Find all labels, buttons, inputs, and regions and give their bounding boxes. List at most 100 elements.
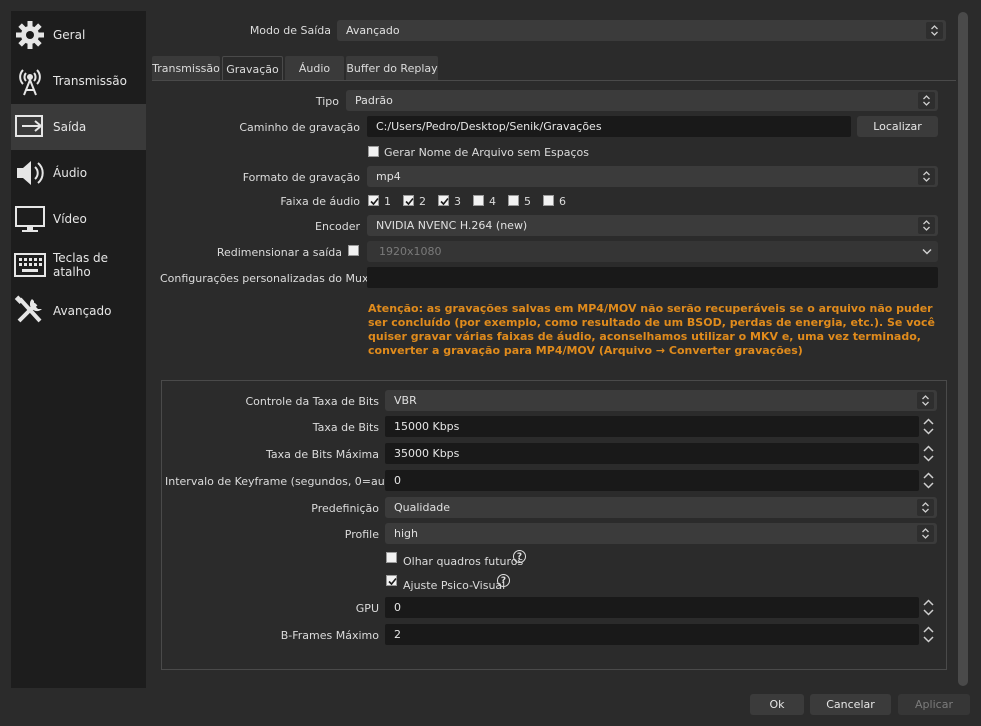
preset-value: Qualidade: [394, 501, 450, 514]
sidebar-item-video[interactable]: Vídeo: [11, 196, 146, 242]
type-select[interactable]: Padrão: [346, 90, 938, 111]
sidebar-item-audio[interactable]: Áudio: [11, 150, 146, 196]
muxer-label: Configurações personalizadas do Muxer: [160, 272, 380, 285]
track-3-checkbox[interactable]: [438, 195, 449, 206]
chevron-up-icon[interactable]: [921, 416, 936, 426]
keyframe-label: Intervalo de Keyframe (segundos, 0=auto): [165, 475, 401, 488]
gpu-label: GPU: [355, 602, 379, 615]
mp4-warning-text: Atenção: as gravações salvas em MP4/MOV …: [368, 302, 935, 357]
track-2-label: 2: [419, 195, 426, 208]
encoder-label: Encoder: [315, 220, 360, 233]
sidebar-item-label: Teclas de atalho: [53, 251, 109, 279]
monitor-icon: [14, 203, 46, 235]
profile-value: high: [394, 527, 418, 540]
broadcast-icon: [14, 65, 46, 97]
apply-button[interactable]: Aplicar: [898, 694, 970, 715]
tab-gravacao[interactable]: Gravação: [222, 56, 283, 81]
chevron-down-icon[interactable]: [921, 480, 936, 490]
chevron-down-icon[interactable]: [921, 634, 936, 644]
settings-sidebar: Geral Transmissão Saída Áudio Vídeo Tecl…: [11, 11, 146, 688]
psycho-visual-checkbox[interactable]: [386, 575, 397, 586]
chevron-up-icon[interactable]: [921, 597, 936, 607]
sidebar-item-avancado[interactable]: Avançado: [11, 288, 146, 334]
help-icon[interactable]: ?: [513, 550, 526, 563]
track-6-checkbox[interactable]: [543, 195, 554, 206]
updown-arrows-icon: [917, 392, 934, 409]
ok-button[interactable]: Ok: [750, 694, 804, 715]
updown-arrows-icon: [926, 22, 943, 39]
rate-control-label: Controle da Taxa de Bits: [245, 395, 379, 408]
sidebar-item-transmissao[interactable]: Transmissão: [11, 58, 146, 104]
rate-control-value: VBR: [394, 394, 417, 407]
chevron-down-icon[interactable]: [921, 453, 936, 463]
tab-audio[interactable]: Áudio: [285, 56, 344, 80]
speaker-icon: [14, 157, 46, 189]
help-icon[interactable]: ?: [497, 574, 510, 587]
bitrate-input[interactable]: 15000 Kbps: [385, 416, 919, 437]
sidebar-item-label: Saída: [53, 120, 87, 134]
sidebar-item-label: Avançado: [53, 304, 112, 318]
gpu-value: 0: [394, 601, 401, 614]
sidebar-item-teclas[interactable]: Teclas de atalho: [11, 242, 146, 288]
chevron-up-icon[interactable]: [921, 470, 936, 480]
lookahead-checkbox[interactable]: [386, 552, 397, 563]
track-5-checkbox[interactable]: [508, 195, 519, 206]
rescale-checkbox[interactable]: [348, 245, 359, 256]
bitrate-stepper[interactable]: [921, 416, 936, 436]
profile-select[interactable]: high: [385, 523, 937, 544]
chevron-down-icon[interactable]: [921, 607, 936, 617]
cancel-button[interactable]: Cancelar: [810, 694, 891, 715]
audio-tracks-label: Faixa de áudio: [280, 195, 360, 208]
lookahead-label: Olhar quadros futuros: [403, 555, 524, 568]
path-label: Caminho de gravação: [239, 121, 360, 134]
chevron-down-icon[interactable]: [921, 426, 936, 436]
sidebar-item-label: Áudio: [53, 166, 88, 180]
psycho-visual-label: Ajuste Psico-Visual: [403, 579, 506, 592]
gpu-input[interactable]: 0: [385, 597, 919, 618]
tools-icon: [14, 295, 46, 327]
output-mode-label: Modo de Saída: [249, 24, 331, 37]
rescale-select[interactable]: 1920x1080: [367, 241, 938, 262]
type-value: Padrão: [355, 94, 393, 107]
updown-arrows-icon: [918, 217, 935, 234]
format-select[interactable]: mp4: [367, 166, 938, 187]
chevron-up-icon[interactable]: [921, 624, 936, 634]
path-input[interactable]: C:/Users/Pedro/Desktop/Senik/Gravações: [367, 116, 851, 137]
gear-icon: [14, 19, 46, 51]
max-bitrate-input[interactable]: 35000 Kbps: [385, 443, 919, 464]
updown-arrows-icon: [918, 168, 935, 185]
tab-label: Buffer do Replay: [346, 61, 438, 75]
gpu-stepper[interactable]: [921, 597, 936, 617]
rate-control-select[interactable]: VBR: [385, 390, 937, 411]
keyboard-icon: [14, 249, 46, 281]
tab-label: Gravação: [226, 62, 279, 76]
output-mode-select[interactable]: Avançado: [337, 20, 946, 41]
track-1-checkbox[interactable]: [368, 195, 379, 206]
max-bitrate-label: Taxa de Bits Máxima: [265, 448, 379, 461]
muxer-input[interactable]: [367, 267, 938, 288]
tab-label: Transmissão: [152, 61, 220, 75]
bframes-input[interactable]: 2: [385, 624, 919, 645]
sidebar-item-label: Vídeo: [53, 212, 87, 226]
chevron-up-icon[interactable]: [921, 443, 936, 453]
max-bitrate-stepper[interactable]: [921, 443, 936, 463]
bframes-stepper[interactable]: [921, 624, 936, 644]
keyframe-input[interactable]: 0: [385, 470, 919, 491]
vertical-scrollbar[interactable]: [958, 12, 968, 686]
track-2-checkbox[interactable]: [403, 195, 414, 206]
track-5-label: 5: [524, 195, 531, 208]
no-spaces-label: Gerar Nome de Arquivo sem Espaços: [384, 146, 589, 159]
no-spaces-checkbox[interactable]: [368, 146, 379, 157]
tab-transmissao[interactable]: Transmissão: [152, 56, 220, 80]
tab-buffer-replay[interactable]: Buffer do Replay: [346, 56, 438, 80]
keyframe-stepper[interactable]: [921, 470, 936, 490]
sidebar-item-saida[interactable]: Saída: [11, 104, 146, 150]
browse-button[interactable]: Localizar: [857, 116, 938, 137]
track-4-checkbox[interactable]: [473, 195, 484, 206]
rescale-label: Redimensionar a saída: [216, 246, 342, 259]
format-value: mp4: [376, 170, 401, 183]
preset-select[interactable]: Qualidade: [385, 497, 937, 518]
sidebar-item-label: Geral: [53, 28, 86, 42]
sidebar-item-geral[interactable]: Geral: [11, 12, 146, 58]
encoder-select[interactable]: NVIDIA NVENC H.264 (new): [367, 215, 938, 236]
